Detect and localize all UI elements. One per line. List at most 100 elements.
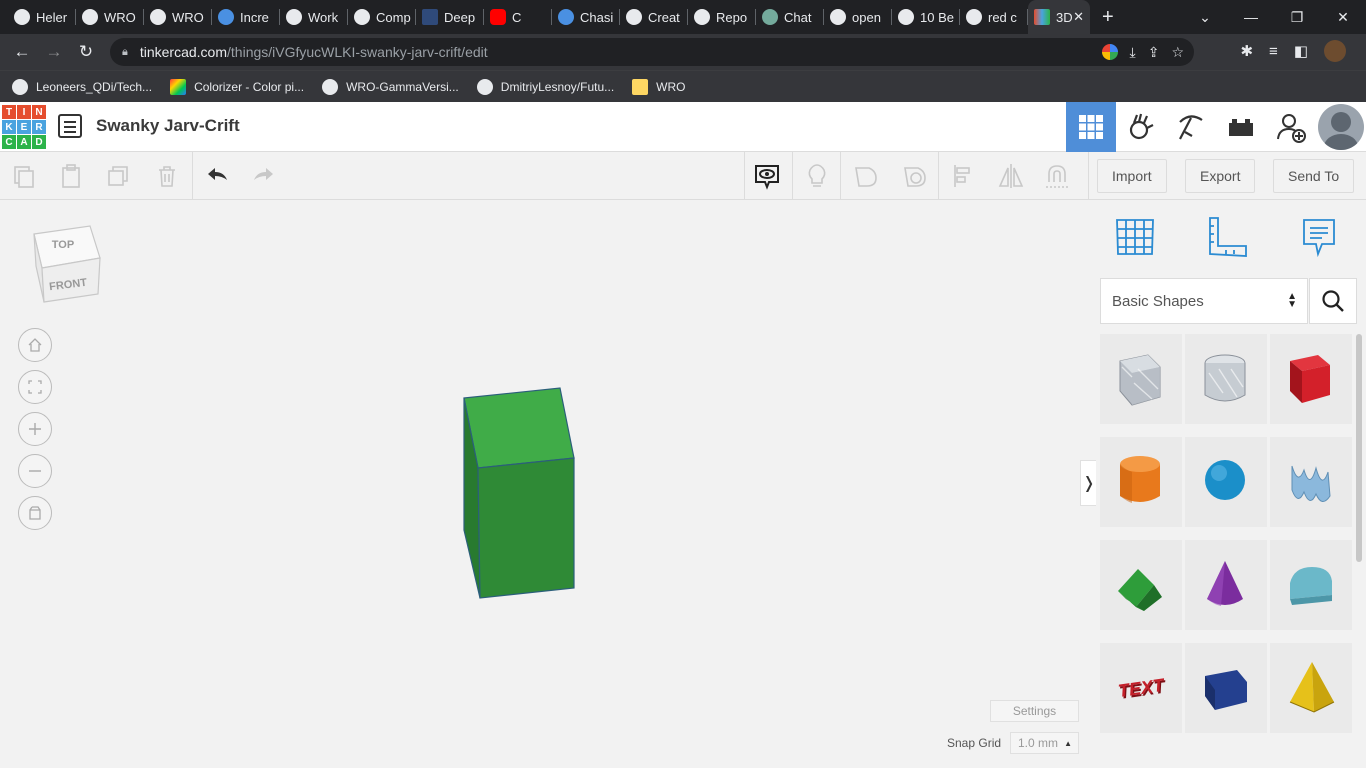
shape-wedge[interactable] — [1185, 643, 1267, 733]
shape-roof[interactable] — [1100, 540, 1182, 630]
shape-cone[interactable] — [1185, 540, 1267, 630]
paste-icon — [62, 164, 80, 188]
shape-box-hole[interactable] — [1100, 334, 1182, 424]
profile-avatar[interactable] — [1324, 40, 1346, 62]
tab-title: C — [512, 9, 522, 25]
view-cube[interactable]: TOP FRONT — [28, 222, 104, 306]
close-tab-icon[interactable]: ✕ — [1073, 9, 1084, 25]
browser-tab[interactable]: Chasi — [552, 0, 620, 34]
browser-tab[interactable]: Heler — [8, 0, 76, 34]
bookmark-item[interactable]: WRO — [632, 78, 685, 95]
close-window-button[interactable]: ✕ — [1320, 9, 1366, 26]
cone-icon — [1207, 561, 1243, 606]
bricks-view-button[interactable] — [1166, 102, 1216, 152]
invite-user-button[interactable] — [1266, 102, 1316, 152]
send-to-button[interactable]: Send To — [1273, 159, 1355, 193]
duplicate-button[interactable] — [103, 160, 135, 192]
bookmark-star-icon[interactable]: ☆ — [1171, 44, 1184, 61]
align-button[interactable] — [948, 160, 980, 192]
tab-title: open — [852, 9, 881, 25]
shape-cylinder[interactable] — [1100, 437, 1182, 527]
tds-icon — [422, 9, 438, 25]
bookmark-item[interactable]: WRO-GammaVersi... — [322, 78, 459, 95]
extensions-icon[interactable]: ✱ — [1240, 42, 1253, 60]
back-button[interactable]: ← — [6, 42, 38, 62]
reload-button[interactable]: ↻ — [70, 42, 102, 62]
shape-text[interactable]: TEXT — [1100, 643, 1182, 733]
paste-button[interactable] — [55, 160, 87, 192]
minimize-button[interactable]: — — [1228, 9, 1274, 25]
workplane-button[interactable] — [1112, 214, 1158, 260]
copy-button[interactable] — [8, 160, 40, 192]
user-avatar[interactable] — [1318, 104, 1364, 150]
undo-icon — [208, 168, 227, 180]
browser-tab[interactable]: Chat — [756, 0, 824, 34]
bookmark-item[interactable]: DmitriyLesnoy/Futu... — [476, 78, 614, 95]
browser-tab[interactable]: open — [824, 0, 892, 34]
design-menu-icon[interactable] — [58, 114, 82, 138]
install-icon[interactable]: ⤓ — [1130, 44, 1136, 61]
perspective-toggle-button[interactable] — [18, 496, 52, 530]
shape-pyramid[interactable] — [1270, 643, 1352, 733]
shape-scribble[interactable] — [1270, 437, 1352, 527]
green-box-shape[interactable] — [460, 386, 580, 602]
shape-search-button[interactable] — [1309, 278, 1357, 324]
align-icon — [954, 165, 970, 187]
delete-button[interactable] — [151, 160, 183, 192]
notes-panel-button[interactable] — [1296, 214, 1342, 260]
browser-tab[interactable]: Incre — [212, 0, 280, 34]
reading-list-icon[interactable]: ≡ — [1269, 43, 1278, 60]
maximize-button[interactable]: ❐ — [1274, 9, 1320, 26]
shape-cylinder-hole[interactable] — [1185, 334, 1267, 424]
share-icon[interactable]: ⇪ — [1148, 44, 1160, 61]
zoom-in-button[interactable] — [18, 412, 52, 446]
browser-tab[interactable]: red c — [960, 0, 1028, 34]
hole-shape-button[interactable] — [899, 160, 931, 192]
edit-toolbar: Import Export Send To — [0, 152, 1366, 200]
import-button[interactable]: Import — [1097, 159, 1167, 193]
shape-sphere[interactable] — [1185, 437, 1267, 527]
bookmark-item[interactable]: Leoneers_QDi/Tech... — [12, 78, 152, 95]
browser-tab[interactable]: Work — [280, 0, 348, 34]
browser-tab[interactable]: 10 Be — [892, 0, 960, 34]
browser-tab[interactable]: Repo — [688, 0, 756, 34]
browser-tab[interactable]: 3D ✕ — [1028, 0, 1090, 34]
mirror-button[interactable] — [995, 160, 1027, 192]
browser-tab[interactable]: Creat — [620, 0, 688, 34]
undo-button[interactable] — [201, 160, 233, 192]
browser-tab[interactable]: C — [484, 0, 552, 34]
shape-box[interactable] — [1270, 334, 1352, 424]
export-button[interactable]: Export — [1185, 159, 1256, 193]
tab-search-chevron-icon[interactable]: ⌄ — [1182, 9, 1228, 26]
tinkercad-logo[interactable]: TIN KER CAD — [2, 105, 46, 149]
fit-view-button[interactable] — [18, 370, 52, 404]
project-title[interactable]: Swanky Jarv-Crift — [96, 116, 240, 136]
browser-tab[interactable]: Deep — [416, 0, 484, 34]
cruise-button[interactable] — [1041, 160, 1073, 192]
3d-design-view-button[interactable] — [1066, 102, 1116, 152]
notes-button[interactable] — [751, 160, 783, 192]
browser-tab[interactable]: WRO — [76, 0, 144, 34]
google-lens-icon[interactable] — [1101, 43, 1118, 60]
bookmark-item[interactable]: Colorizer - Color pi... — [170, 78, 304, 95]
zoom-out-button[interactable] — [18, 454, 52, 488]
forward-button[interactable]: → — [38, 42, 70, 62]
solid-shape-button[interactable] — [850, 160, 882, 192]
redo-button[interactable] — [248, 160, 280, 192]
omnibox[interactable]: 🔒︎ tinkercad.com/things/iVGfyucWLKI-swan… — [110, 38, 1194, 66]
snap-grid-select[interactable]: 1.0 mm ▲ — [1010, 732, 1079, 754]
side-panel-icon[interactable]: ◧ — [1294, 42, 1308, 60]
shape-round-roof[interactable] — [1270, 540, 1352, 630]
shape-category-select[interactable]: Basic Shapes ▲ ▼ — [1100, 278, 1308, 324]
settings-button[interactable]: Settings — [990, 700, 1079, 722]
blocks-view-button[interactable] — [1116, 102, 1166, 152]
new-tab-button[interactable]: + — [1102, 6, 1114, 29]
toggle-hints-button[interactable] — [801, 160, 833, 192]
browser-tab[interactable]: Comp — [348, 0, 416, 34]
redo-icon — [254, 168, 273, 180]
ruler-button[interactable] — [1204, 214, 1250, 260]
browser-tab[interactable]: WRO — [144, 0, 212, 34]
panel-scrollbar[interactable] — [1356, 334, 1362, 562]
lego-view-button[interactable] — [1216, 102, 1266, 152]
home-view-button[interactable] — [18, 328, 52, 362]
